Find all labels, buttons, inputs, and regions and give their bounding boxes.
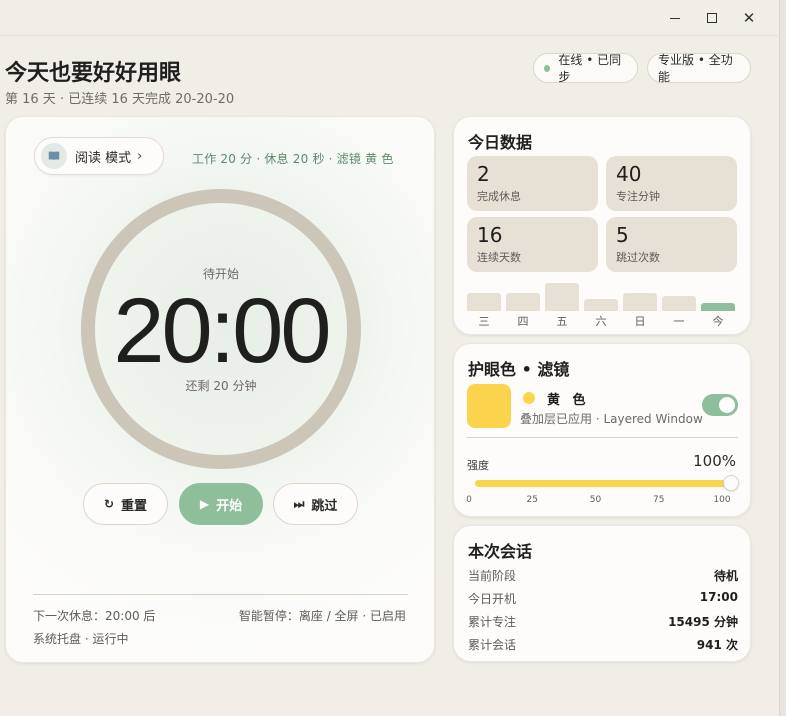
intensity-label: 强度 (467, 459, 489, 472)
divider (467, 437, 738, 438)
skip-button[interactable]: ⏭ 跳过 (273, 483, 358, 525)
skip-label: 跳过 (311, 498, 338, 514)
sync-status-pill[interactable]: 在线 • 已同步 (533, 53, 638, 84)
stat-tile: 16 连续天数 (467, 217, 598, 272)
weekly-day-labels: 三四五六日一今 (467, 313, 739, 328)
row-label: 累计专注 (468, 615, 517, 629)
intensity-value: 100% (693, 452, 736, 470)
timer-remaining: 还剩 20 分钟 (185, 379, 257, 393)
color-name: 黄 色 (547, 393, 590, 408)
app-window: ✕ 今天也要好好用眼 第 16 天 · 已连续 16 天完成 20-20-20 … (0, 0, 780, 716)
mode-label: 阅读 模式 (75, 150, 132, 166)
maximize-icon[interactable] (697, 6, 727, 30)
today-stats-card: 今日数据 2 完成休息 40 专注分钟 16 连续天数 5 跳过次数 三 四 五 六 日… (453, 116, 751, 335)
row-value: 941 次 (696, 638, 738, 652)
chart-tick-label: 六 (595, 315, 607, 328)
stat-value: 16 (477, 223, 503, 247)
slider-tick-label: 75 (653, 495, 665, 505)
today-title: 今日数据 (468, 133, 533, 152)
slider-tick-label: 100 (713, 495, 731, 505)
color-dot-icon (523, 392, 535, 404)
chart-bar-五 (545, 283, 579, 311)
filter-description: 叠加层已应用 · Layered Window (520, 412, 703, 426)
smart-pause-text: 智能暂停：离座 / 全屏 · 已启用 (238, 609, 406, 623)
color-swatch[interactable] (467, 384, 511, 428)
chart-tick-label: 五 (556, 315, 568, 328)
chart-bar-一 (662, 296, 696, 311)
row-value: 15495 分钟 (668, 615, 738, 629)
stat-value: 40 (616, 162, 642, 186)
stat-tile: 40 专注分钟 (606, 156, 737, 211)
chart-tick-label: 四 (517, 315, 529, 328)
mode-info: 工作 20 分 · 休息 20 秒 · 滤镜 黄 色 (192, 152, 394, 166)
tray-status-text: 系统托盘 · 运行中 (33, 632, 129, 646)
slider-tick-label: 25 (526, 495, 538, 505)
stat-label: 跳过次数 (616, 251, 660, 264)
chevron-right-icon: › (137, 148, 143, 164)
slider-thumb[interactable] (723, 475, 739, 491)
stat-value: 2 (477, 162, 490, 186)
reset-button[interactable]: ↻ 重置 (83, 483, 168, 525)
row-value: 17:00 (699, 590, 738, 604)
toggle-knob (719, 397, 735, 413)
chart-tick-label: 一 (673, 315, 685, 328)
slider-tick-label: 50 (589, 495, 602, 505)
chart-bar-三 (467, 293, 501, 311)
background-window-edge (780, 0, 786, 716)
skip-icon: ⏭ (293, 496, 305, 511)
sync-status-label: 在线 • 已同步 (558, 53, 622, 84)
chart-bar-今 (701, 302, 735, 311)
row-label: 当前阶段 (468, 569, 517, 583)
stat-label: 专注分钟 (616, 190, 660, 203)
session-row: 当前阶段 待机 (468, 567, 738, 584)
chart-tick-label: 今 (712, 315, 724, 328)
minimize-icon[interactable] (660, 6, 690, 30)
stat-tile: 5 跳过次数 (606, 217, 737, 272)
plan-label: 专业版 • 全功能 (658, 53, 733, 84)
session-row: 今日开机 17:00 (468, 590, 738, 607)
chart-tick-label: 三 (478, 315, 490, 328)
chart-tick-label: 日 (634, 315, 646, 328)
book-icon (41, 143, 67, 169)
row-value: 待机 (713, 569, 738, 583)
title-bar: ✕ (0, 0, 780, 36)
stat-label: 连续天数 (477, 251, 521, 264)
filter-toggle[interactable] (702, 394, 738, 416)
reset-icon: ↻ (103, 497, 115, 511)
start-button[interactable]: ▶ 开始 (179, 483, 263, 525)
start-label: 开始 (216, 498, 243, 514)
stat-tile: 2 完成休息 (467, 156, 598, 211)
page-subtitle: 第 16 天 · 已连续 16 天完成 20-20-20 (5, 92, 235, 107)
filter-card: 护眼色 • 滤镜 黄 色 叠加层已应用 · Layered Window 强度 … (453, 343, 751, 517)
chart-bar-四 (506, 293, 540, 311)
session-title: 本次会话 (468, 542, 533, 561)
divider (33, 594, 408, 595)
row-label: 今日开机 (468, 592, 517, 606)
page-title: 今天也要好好用眼 (5, 61, 182, 86)
session-card: 本次会话 当前阶段 待机 今日开机 17:00 累计专注 15495 分钟 累计… (453, 525, 751, 662)
stat-label: 完成休息 (477, 190, 521, 203)
slider-ticks: 0 25 50 75 100 (466, 495, 738, 507)
chart-bar-日 (623, 293, 657, 311)
online-dot-icon (544, 64, 551, 72)
timer-card: 阅读 模式 › 工作 20 分 · 休息 20 秒 · 滤镜 黄 色 待开始 2… (5, 116, 435, 663)
filter-title: 护眼色 • 滤镜 (468, 360, 570, 379)
next-break-text: 下一次休息：20:00 后 (33, 609, 156, 623)
play-icon: ▶ (199, 497, 210, 511)
reset-label: 重置 (121, 498, 148, 514)
session-row: 累计会话 941 次 (468, 636, 738, 653)
plan-pill[interactable]: 专业版 • 全功能 (647, 53, 751, 84)
slider-tick-label: 0 (466, 495, 472, 505)
chart-bar-六 (584, 298, 618, 311)
timer-display: 20:00 (113, 280, 331, 382)
intensity-slider[interactable] (475, 475, 739, 491)
weekly-bar-chart (467, 279, 739, 311)
close-icon[interactable]: ✕ (734, 6, 764, 30)
row-label: 累计会话 (468, 638, 517, 652)
mode-selector[interactable]: 阅读 模式 › (34, 137, 164, 175)
stat-value: 5 (616, 223, 629, 247)
session-row: 累计专注 15495 分钟 (468, 613, 738, 630)
